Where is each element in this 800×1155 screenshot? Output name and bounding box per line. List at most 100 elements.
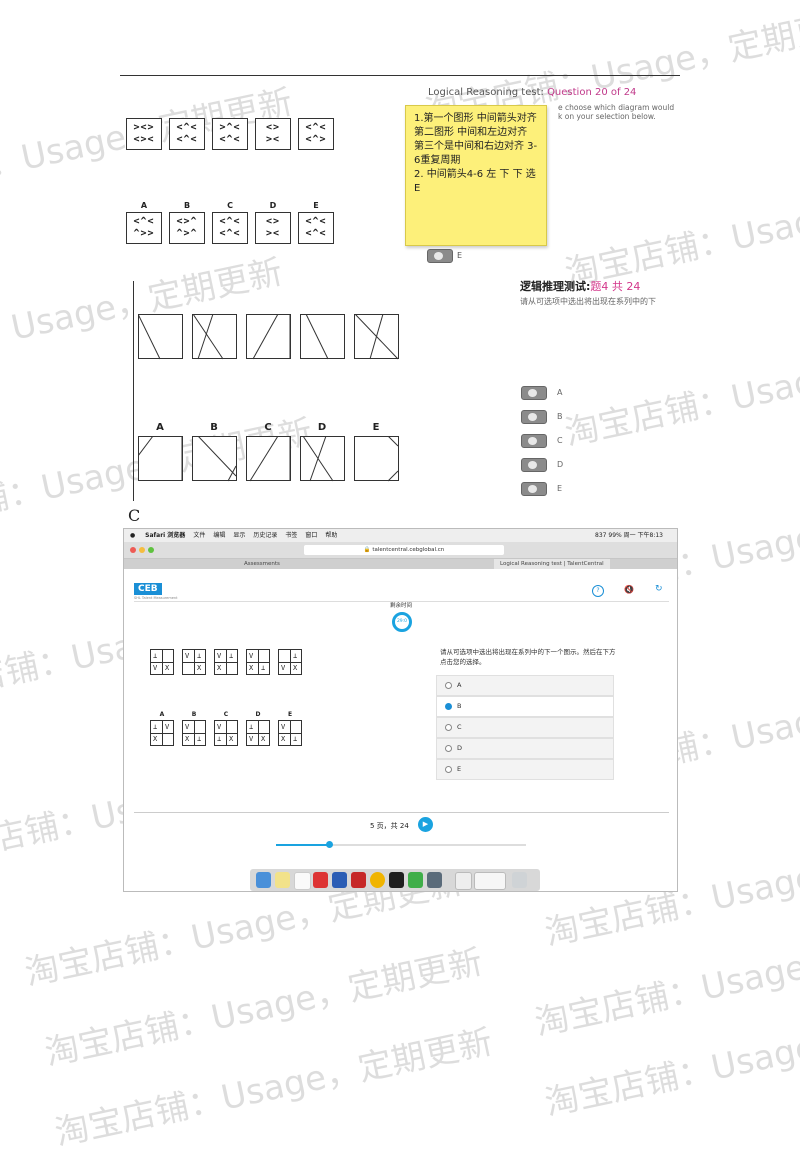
menu-item[interactable]: 编辑 (213, 532, 225, 539)
radio-label: E (557, 484, 563, 493)
option-label: A (156, 422, 164, 433)
radio-toggle[interactable] (521, 410, 547, 424)
glyph: X (281, 735, 286, 743)
radio-label: C (557, 436, 563, 445)
close-window-icon[interactable] (130, 547, 136, 553)
help-icon[interactable]: ? (592, 585, 604, 597)
option-cell[interactable]: <^< <^< (298, 212, 334, 244)
radio-toggle[interactable] (521, 386, 547, 400)
menu-item[interactable]: 书签 (285, 532, 297, 539)
menu-item[interactable]: Safari 浏览器 (145, 532, 185, 539)
sequence-cell: V ⊥ X (182, 649, 206, 675)
radio-toggle[interactable] (521, 482, 547, 496)
app-icon[interactable] (408, 872, 423, 888)
minimize-window-icon[interactable] (139, 547, 145, 553)
arrow-row: >^< (219, 122, 241, 133)
maximize-window-icon[interactable] (148, 547, 154, 553)
option-cell[interactable]: V X ⊥ (182, 720, 206, 746)
cell-grid-lines (215, 662, 237, 663)
sequence-cell: ⊥ V X (150, 649, 174, 675)
preview-icon[interactable] (455, 872, 472, 890)
radio-circle-icon[interactable] (445, 682, 452, 689)
cell-grid-lines (247, 662, 269, 663)
glyph: X (261, 735, 266, 743)
sticky-note-text: 1.第一个图形 中间箭头对齐 第二图形 中间和左边对齐 第三个是中间和右边对齐 … (414, 113, 538, 194)
chrome-icon[interactable] (370, 872, 385, 888)
answer-option[interactable]: D (436, 738, 614, 759)
tab-logical-reasoning[interactable]: Logical Reasoning test | TalentCentral (494, 559, 610, 569)
radio-circle-icon[interactable] (445, 703, 452, 710)
menu-item[interactable]: 窗口 (305, 532, 317, 539)
arrow-row: <^< (305, 216, 327, 227)
app-icon[interactable] (351, 872, 366, 888)
top-rule (120, 75, 680, 76)
panel2-title-prefix: 逻辑推理测试: (520, 280, 591, 293)
glyph: V (249, 652, 254, 660)
option-cell[interactable]: <^< ^>> (126, 212, 162, 244)
sequence-cell: ><> <>< (126, 118, 162, 150)
arrow-row: <^< (219, 216, 241, 227)
menu-item[interactable]: 帮助 (325, 532, 337, 539)
answer-option[interactable]: A (436, 675, 614, 696)
arrow-row: ^>> (133, 228, 155, 239)
radio-toggle[interactable] (521, 434, 547, 448)
app-icon[interactable] (427, 872, 442, 888)
panel2-answer-letter: C (128, 506, 141, 525)
radio-circle-icon[interactable] (445, 745, 452, 752)
glyph: X (293, 664, 298, 672)
next-button[interactable]: ▶ (418, 817, 433, 832)
sequence-cell: <> >< (255, 118, 291, 150)
radio-circle-icon[interactable] (445, 766, 452, 773)
panel1-radio-e[interactable] (427, 249, 453, 263)
arrow-row: <^> (305, 134, 327, 145)
trash-icon[interactable] (512, 872, 527, 888)
option-cell[interactable]: ⊥ V X (150, 720, 174, 746)
answer-option-label: C (457, 723, 462, 731)
word-icon[interactable] (332, 872, 347, 888)
timer-label: 剩余时间 (390, 603, 413, 609)
sound-off-icon[interactable]: 🔇 (624, 585, 634, 594)
option-cell[interactable]: V ⊥ X (214, 720, 238, 746)
pycharm-icon[interactable] (389, 872, 404, 888)
radio-toggle[interactable] (521, 458, 547, 472)
menu-item[interactable]: 文件 (193, 532, 205, 539)
panel1-instruction: e choose which diagram would k on your s… (558, 103, 674, 121)
option-label: C (264, 422, 272, 433)
arrow-row: ^>^ (176, 228, 198, 239)
panel1-title-prefix: Logical Reasoning test: (428, 87, 548, 98)
glyph: V (281, 664, 286, 672)
answer-option-label: A (457, 681, 462, 689)
glyph: V (217, 723, 222, 731)
option-cell[interactable]: <>^ ^>^ (169, 212, 205, 244)
arrow-row: <^< (305, 228, 327, 239)
arrow-row: >< (265, 228, 281, 239)
glyph: X (153, 735, 158, 743)
answer-option[interactable]: C (436, 717, 614, 738)
notes-icon[interactable] (275, 872, 290, 888)
url-bar[interactable]: 🔒 talentcentral.cebglobal.cn (304, 545, 504, 555)
menu-item[interactable]: 显示 (233, 532, 245, 539)
tab-assessments[interactable]: Assessments (244, 559, 280, 569)
option-cell[interactable]: V X ⊥ (278, 720, 302, 746)
exit-icon[interactable]: ↻ (655, 584, 663, 594)
finder-icon[interactable] (256, 872, 271, 888)
opt-figure-d (300, 436, 345, 482)
glyph: V (185, 723, 190, 731)
option-cell[interactable]: <^< <^< (212, 212, 248, 244)
answer-option[interactable]: B (436, 696, 614, 717)
seq-figure-2 (192, 314, 237, 360)
option-cell[interactable]: <> >< (255, 212, 291, 244)
radio-label: B (557, 412, 563, 421)
option-label: B (210, 422, 218, 433)
option-cell[interactable]: ⊥ V X (246, 720, 270, 746)
menu-item[interactable]: 历史记录 (253, 532, 277, 539)
answer-option[interactable]: E (436, 759, 614, 780)
menubar-status: 837 99% 周一 下午8:13 (595, 532, 663, 539)
arrow-row: <^< (219, 228, 241, 239)
window-thumbnail[interactable] (474, 872, 506, 890)
panel2-subtitle: 请从可选项中选出将出现在系列中的下 (520, 297, 656, 306)
calendar-icon[interactable] (294, 872, 311, 890)
radio-circle-icon[interactable] (445, 724, 452, 731)
app-icon[interactable] (313, 872, 328, 888)
option-label: E (287, 711, 293, 718)
